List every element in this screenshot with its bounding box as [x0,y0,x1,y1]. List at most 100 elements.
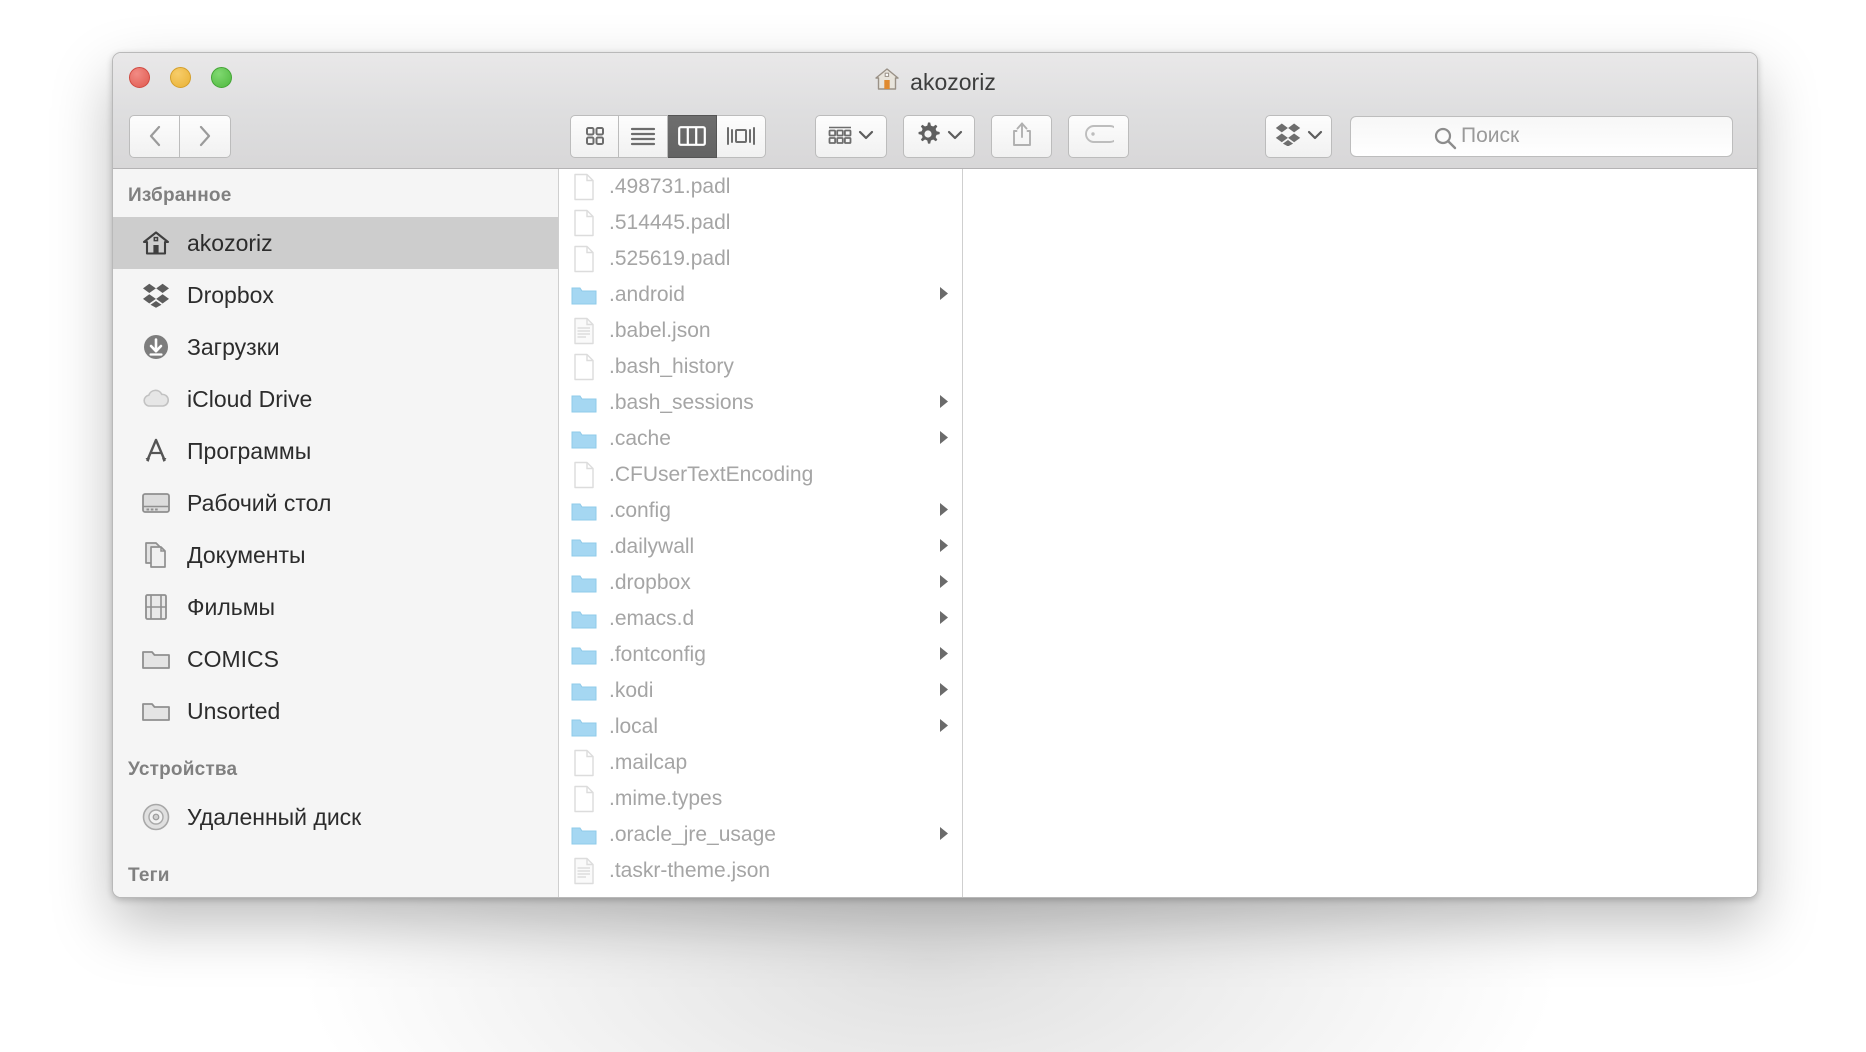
back-button[interactable] [129,114,180,158]
folder-icon [571,712,597,742]
file-row[interactable]: .dropbox [559,565,962,601]
text-file-icon [571,316,597,346]
navigation-buttons [129,114,231,158]
share-button[interactable] [991,114,1052,158]
disclosure-arrow-icon[interactable] [938,535,952,559]
file-row[interactable]: .config [559,493,962,529]
file-row[interactable]: .CFUserTextEncoding [559,457,962,493]
folder-icon [141,644,171,674]
file-row[interactable]: .mailcap [559,745,962,781]
share-icon [1011,121,1033,152]
sidebar-item-movies[interactable]: Фильмы [113,581,558,633]
file-name: .config [609,499,671,522]
file-row[interactable]: .fontconfig [559,637,962,673]
file-row[interactable]: .oracle_jre_usage [559,817,962,853]
file-row[interactable]: .android [559,277,962,313]
action-menu-button[interactable] [903,114,975,158]
file-name: .dropbox [609,571,691,594]
disclosure-arrow-icon[interactable] [938,643,952,667]
file-icon [571,244,597,274]
sidebar-item-label: Unsorted [187,697,281,724]
sidebar[interactable]: Избранное akozoriz Dropbox Загрузки iClo… [113,169,559,897]
forward-button[interactable] [180,114,231,158]
coverflow-view-button[interactable] [717,114,766,158]
text-file-icon [571,856,597,886]
search-icon [1433,126,1457,155]
file-name: .525619.padl [609,247,731,270]
file-row[interactable]: .cache [559,421,962,457]
file-name: .498731.padl [609,175,731,198]
disclosure-arrow-icon[interactable] [938,823,952,847]
folder-icon [571,568,597,598]
file-name: .local [609,715,659,738]
file-row[interactable]: .dailywall [559,529,962,565]
file-name: .CFUserTextEncoding [609,463,814,486]
file-row[interactable]: .local [559,709,962,745]
folder-icon [571,388,597,418]
file-row[interactable]: .525619.padl [559,241,962,277]
column-view-button[interactable] [668,114,717,158]
disclosure-arrow-icon[interactable] [938,283,952,307]
disclosure-arrow-icon[interactable] [938,715,952,739]
file-icon [571,748,597,778]
sidebar-item-label: Программы [187,437,312,464]
disclosure-arrow-icon[interactable] [938,427,952,451]
sidebar-item-unsorted[interactable]: Unsorted [113,685,558,737]
folder-icon [571,676,597,706]
apps-icon [141,436,171,466]
file-row[interactable]: .498731.padl [559,169,962,205]
sidebar-item-documents[interactable]: Документы [113,529,558,581]
file-name: .bash_history [609,355,734,378]
home-icon [874,67,900,97]
window-title: akozoriz [113,67,1757,97]
finder-window: akozoriz Поиск Избранное akozoriz Dropbo… [112,52,1758,898]
title-bar: akozoriz Поиск [113,53,1757,169]
file-row[interactable]: .514445.padl [559,205,962,241]
file-icon [571,208,597,238]
file-name: .mailcap [609,751,688,774]
icon-view-button[interactable] [570,114,619,158]
sidebar-item-remote-disc[interactable]: Удаленный диск [113,791,558,843]
chevron-down-icon [1307,127,1323,145]
sidebar-item-desktop[interactable]: Рабочий стол [113,477,558,529]
file-row[interactable]: .mime.types [559,781,962,817]
sidebar-item-label: Загрузки [187,333,280,360]
sidebar-item-dropbox[interactable]: Dropbox [113,269,558,321]
sidebar-item-label: akozoriz [187,229,273,256]
window-body: Избранное akozoriz Dropbox Загрузки iClo… [113,169,1757,897]
disclosure-arrow-icon[interactable] [938,499,952,523]
arrange-button[interactable] [815,114,887,158]
disclosure-arrow-icon[interactable] [938,607,952,631]
sidebar-item-label: Dropbox [187,281,274,308]
file-row[interactable]: .kodi [559,673,962,709]
file-name: .taskr-theme.json [609,859,771,882]
sidebar-item-downloads[interactable]: Загрузки [113,321,558,373]
file-icon [571,460,597,490]
disclosure-arrow-icon[interactable] [938,571,952,595]
sidebar-section-header-devices: Устройства [128,759,238,780]
file-row[interactable]: .emacs.d [559,601,962,637]
disclosure-arrow-icon[interactable] [938,679,952,703]
sidebar-item-applications[interactable]: Программы [113,425,558,477]
file-list-column[interactable]: .498731.padl .514445.padl .525619.padl .… [559,169,963,897]
list-view-button[interactable] [619,114,668,158]
dropbox-menu-button[interactable] [1265,114,1332,158]
file-row[interactable]: .babel.json [559,313,962,349]
movies-icon [141,592,171,622]
file-row[interactable]: .bash_sessions [559,385,962,421]
sidebar-item-icloud-drive[interactable]: iCloud Drive [113,373,558,425]
file-row[interactable]: .taskr-theme.json [559,853,962,889]
file-name: .fontconfig [609,643,706,666]
sidebar-item-akozoriz[interactable]: akozoriz [113,217,558,269]
preview-column[interactable] [963,169,1757,897]
sidebar-item-label: Рабочий стол [187,489,332,516]
tag-button[interactable] [1068,114,1129,158]
sidebar-item-label: iCloud Drive [187,385,313,412]
chevron-down-icon [858,127,874,145]
search-input[interactable]: Поиск [1350,115,1733,157]
sidebar-item-comics[interactable]: COMICS [113,633,558,685]
disclosure-arrow-icon[interactable] [938,391,952,415]
file-row[interactable]: .bash_history [559,349,962,385]
cloud-icon [141,384,171,414]
sidebar-item-label: Документы [187,541,306,568]
